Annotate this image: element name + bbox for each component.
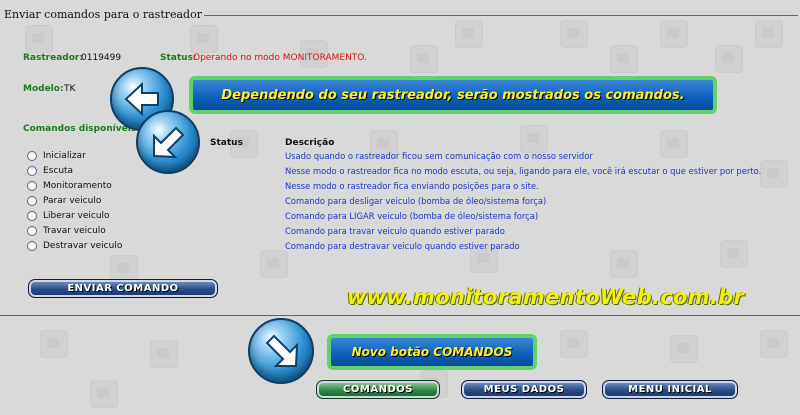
comandos-button[interactable]: COMANDOS	[316, 380, 440, 399]
command-name: Travar veiculo	[43, 226, 106, 236]
modelo-value: TK	[64, 84, 76, 94]
menu-inicial-button[interactable]: MENU INICIAL	[602, 380, 738, 399]
radio-button[interactable]	[27, 196, 37, 206]
radio-button[interactable]	[27, 151, 37, 161]
command-row-destravar[interactable]: Destravar veiculo	[27, 239, 122, 253]
command-row-parar[interactable]: Parar veiculo	[27, 194, 101, 208]
command-row-monitoramento[interactable]: Monitoramento	[27, 179, 112, 193]
command-row-travar[interactable]: Travar veiculo	[27, 224, 106, 238]
radio-button[interactable]	[27, 166, 37, 176]
header-descricao: Descrição	[285, 138, 335, 148]
modelo-label: Modelo:	[23, 84, 64, 94]
command-row-escuta[interactable]: Escuta	[27, 164, 73, 178]
enviar-comando-button[interactable]: ENVIAR COMANDO	[28, 279, 218, 298]
radio-button[interactable]	[27, 241, 37, 251]
command-description: Nesse modo o rastreador fica no modo esc…	[285, 166, 762, 176]
command-name: Escuta	[43, 166, 74, 176]
command-name: Monitoramento	[43, 181, 112, 191]
rastreador-label: Rastreador:	[23, 53, 83, 63]
header-status: Status	[210, 138, 243, 148]
section-divider	[0, 315, 800, 316]
command-description: Comando para desligar veiculo (bomba de …	[285, 196, 547, 206]
command-row-inicializar[interactable]: Inicializar	[27, 149, 86, 163]
radio-button[interactable]	[27, 226, 37, 236]
callout-new-button: Novo botão COMANDOS	[327, 334, 537, 370]
command-name: Inicializar	[43, 151, 86, 161]
website-watermark: www.monitoramentoWeb.com.br	[347, 285, 745, 309]
callout-commands-info: Dependendo do seu rastreador, serão most…	[189, 76, 717, 114]
radio-button[interactable]	[27, 211, 37, 221]
command-description: Comando para travar veiculo quando estiv…	[285, 226, 505, 236]
command-row-liberar[interactable]: Liberar veiculo	[27, 209, 110, 223]
command-description: Comando para LIGAR veiculo (bomba de óle…	[285, 211, 539, 221]
status-label: Status:	[160, 53, 197, 63]
arrow-down-left-icon	[136, 110, 200, 174]
status-value: Operando no modo MONITORAMENTO.	[193, 53, 367, 63]
meus-dados-button[interactable]: MEUS DADOS	[461, 380, 587, 399]
command-fieldset: Enviar comandos para o rastreador	[2, 8, 798, 313]
fieldset-legend: Enviar comandos para o rastreador	[2, 8, 204, 21]
command-description: Nesse modo o rastreador fica enviando po…	[285, 181, 539, 191]
arrow-down-right-icon	[248, 318, 314, 384]
command-name: Destravar veiculo	[43, 241, 123, 251]
command-description: Usado quando o rastreador ficou sem comu…	[285, 151, 593, 161]
command-description: Comando para destravar veiculo quando es…	[285, 241, 520, 251]
radio-button[interactable]	[27, 181, 37, 191]
command-name: Parar veiculo	[43, 196, 102, 206]
rastreador-value: 0119499	[81, 53, 122, 63]
command-name: Liberar veiculo	[43, 211, 110, 221]
